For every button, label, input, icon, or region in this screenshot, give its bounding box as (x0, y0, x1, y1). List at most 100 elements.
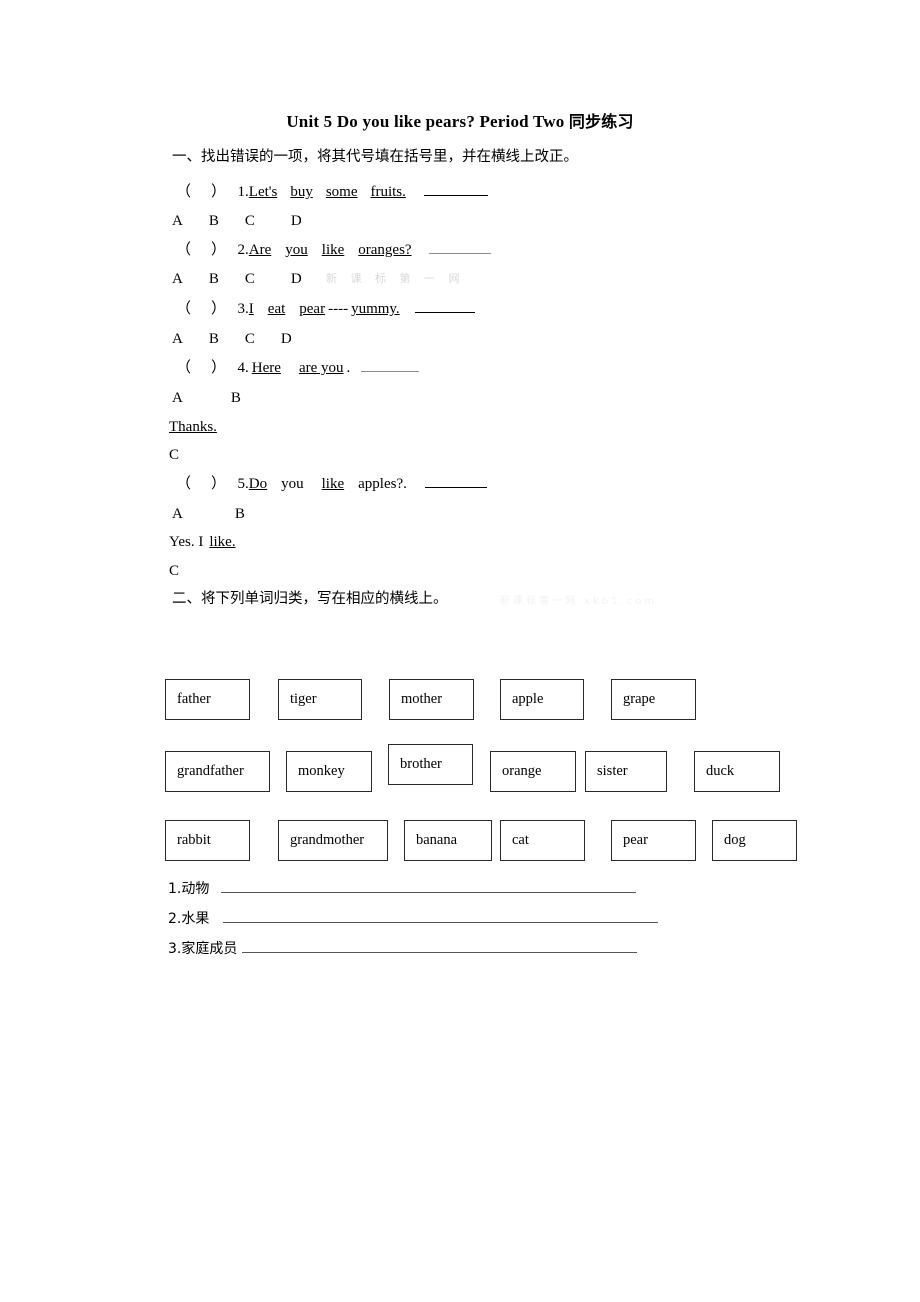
q1-part-d: fruits. (370, 184, 406, 200)
question-5-row: （ ） 5.Do you like apples?. (176, 475, 487, 493)
question-4-options-ab: AB (172, 389, 241, 407)
q2-correction-blank[interactable] (429, 241, 492, 254)
q4-part-b: are you (298, 360, 344, 376)
word-box-label: pear (623, 832, 648, 849)
answer-line-number: 1. (168, 881, 182, 897)
word-box[interactable]: rabbit (165, 820, 250, 861)
q5-answer-line: Yes. I like. (169, 533, 236, 551)
q1-part-a: Let's (248, 184, 278, 200)
word-box-label: brother (400, 756, 442, 773)
word-box[interactable]: pear (611, 820, 696, 861)
q3-paren-open: （ (176, 301, 192, 317)
q1-option-d: D (290, 213, 302, 229)
question-1-options: A B C D (172, 212, 302, 230)
q3-correction-blank[interactable] (415, 300, 476, 313)
q2-part-d: oranges? (358, 242, 412, 258)
word-box[interactable]: father (165, 679, 250, 720)
q3-dashes: ---- (328, 301, 349, 317)
word-box[interactable]: apple (500, 679, 584, 720)
q1-option-c: C (244, 213, 255, 229)
question-5-options-ab: AB (172, 505, 245, 523)
question-2-options: A B C D (172, 270, 302, 288)
q3-paren-close: ） (211, 301, 227, 317)
answer-line-blank[interactable] (222, 911, 658, 923)
page-title-chinese: 同步练习 (568, 112, 634, 131)
word-box-label: dog (724, 832, 746, 849)
q4-part-a: Here (251, 360, 281, 376)
q3-part-c: pear (299, 301, 326, 317)
section-two-heading: 二、将下列单词归类，写在相应的横线上。 (172, 591, 448, 607)
q1-paren-close: ） (211, 184, 227, 200)
answer-line-label: 动物 (181, 881, 210, 897)
word-box-label: grape (623, 691, 656, 708)
q2-part-c: like (321, 242, 345, 258)
q1-paren-open: （ (176, 184, 192, 200)
q2-option-c: C (244, 271, 255, 287)
q5-part-a: Do (248, 476, 268, 492)
word-box-label: monkey (298, 763, 345, 780)
q5-option-a: A (172, 506, 183, 522)
q5-paren-open: （ (176, 476, 192, 492)
q1-correction-blank[interactable] (423, 183, 488, 196)
word-box-label: duck (706, 763, 735, 780)
word-box-label: apple (512, 691, 544, 708)
word-box-label: mother (401, 691, 443, 708)
q3-option-c: C (244, 331, 255, 347)
q5-part-yes: Yes. I (169, 534, 204, 550)
q2-part-a: Are (248, 242, 272, 258)
q5-paren-close: ） (211, 476, 227, 492)
word-box-label: sister (597, 763, 628, 780)
section-one-heading: 一、找出错误的一项，将其代号填在括号里，并在横线上改正。 (172, 149, 578, 165)
word-box-label: grandfather (177, 763, 244, 780)
answer-line-number: 2. (168, 911, 182, 927)
word-box-label: tiger (290, 691, 317, 708)
word-box-label: orange (502, 763, 542, 780)
q4-correction-blank[interactable] (361, 359, 419, 372)
word-box[interactable]: grape (611, 679, 696, 720)
word-box[interactable]: orange (490, 751, 576, 792)
word-box[interactable]: banana (404, 820, 492, 861)
answer-line-blank[interactable] (241, 941, 637, 953)
q5-part-c: like (321, 476, 345, 492)
q1-option-b: B (208, 213, 219, 229)
q4-number: 4. (237, 360, 249, 376)
answer-line-blank[interactable] (220, 881, 636, 893)
word-box[interactable]: sister (585, 751, 667, 792)
q1-part-c: some (325, 184, 358, 200)
word-box-label: banana (416, 832, 458, 849)
q4-option-a: A (172, 390, 183, 406)
word-box[interactable]: dog (712, 820, 797, 861)
q2-option-d: D (290, 271, 302, 287)
q5-correction-blank[interactable] (424, 475, 487, 488)
q5-part-d: apples?. (358, 476, 407, 492)
q1-option-a: A (172, 213, 183, 229)
word-box[interactable]: grandmother (278, 820, 388, 861)
word-box[interactable]: cat (500, 820, 585, 861)
page-title: Unit 5 Do you like pears? Period Two 同步练… (0, 108, 920, 132)
question-2-row: （ ） 2.Are you like oranges? (176, 241, 492, 259)
answer-line-number: 3. (168, 941, 182, 957)
q4-option-c: C (169, 447, 180, 463)
word-box-label: rabbit (177, 832, 211, 849)
q4-period: . (346, 360, 351, 376)
word-box[interactable]: grandfather (165, 751, 270, 792)
answer-line-row: 1.动物 (168, 878, 636, 898)
watermark-text-one: 新 课 标 第 一 网 (326, 272, 465, 285)
word-box[interactable]: mother (389, 679, 474, 720)
word-box-label: grandmother (290, 832, 365, 849)
q4-paren-close: ） (211, 360, 227, 376)
page-title-english: Unit 5 Do you like pears? Period Two (286, 112, 565, 131)
q2-option-b: B (208, 271, 219, 287)
q5-option-c: C (169, 563, 180, 579)
q2-paren-close: ） (211, 242, 227, 258)
q1-number: 1. (237, 184, 249, 200)
word-box[interactable]: brother (388, 744, 473, 785)
q1-part-b: buy (290, 184, 313, 200)
answer-line-row: 2.水果 (168, 908, 658, 928)
word-box[interactable]: monkey (286, 751, 372, 792)
q2-number: 2. (237, 242, 249, 258)
q3-number: 3. (237, 301, 249, 317)
word-box[interactable]: tiger (278, 679, 362, 720)
word-box[interactable]: duck (694, 751, 780, 792)
q4-paren-open: （ (176, 360, 192, 376)
